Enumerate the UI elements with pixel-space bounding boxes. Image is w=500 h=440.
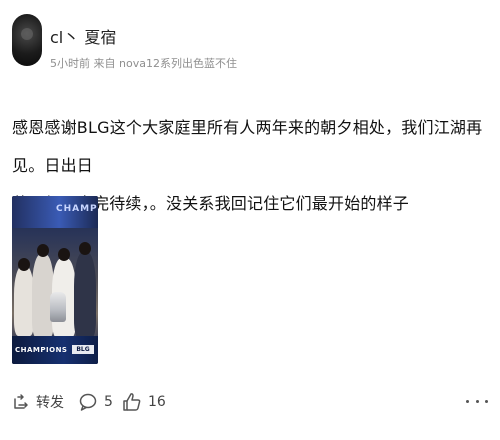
image-banner-text: CHAMPI xyxy=(56,204,98,214)
like-button[interactable]: 16 xyxy=(122,390,166,414)
image-head xyxy=(58,248,70,261)
post-image[interactable]: CHAMPI CHAMPIONS BLG xyxy=(12,196,98,364)
username[interactable]: cl丶 夏宿 xyxy=(50,24,116,48)
image-head xyxy=(18,258,30,271)
more-icon[interactable] xyxy=(466,396,488,406)
like-count: 16 xyxy=(148,394,166,410)
more-dot xyxy=(485,399,488,403)
post-text-line-1: 感恩感谢BLG这个大家庭里所有人两年来的朝夕相处，我们江湖再见。日出日 xyxy=(12,118,483,175)
share-button[interactable]: 转发 xyxy=(12,390,64,414)
image-caption: CHAMPIONS xyxy=(15,346,68,354)
post-header: cl丶 夏宿 5小时前 来自 nova12系列出色蓝不住 xyxy=(12,14,488,74)
share-icon xyxy=(14,394,28,409)
image-person xyxy=(14,266,34,336)
comment-button[interactable]: 5 xyxy=(78,390,113,414)
comment-count: 5 xyxy=(104,394,113,410)
trophy-image xyxy=(50,292,66,322)
share-label: 转发 xyxy=(36,395,64,411)
post-meta: 5小时前 来自 nova12系列出色蓝不住 xyxy=(50,57,237,70)
image-badge: BLG xyxy=(72,345,94,354)
image-head xyxy=(37,244,49,257)
thumbs-up-icon xyxy=(123,393,141,411)
image-person xyxy=(74,252,96,338)
more-dot xyxy=(475,399,479,403)
comment-icon xyxy=(79,393,97,411)
more-dot xyxy=(466,399,469,403)
action-bar: 转发 5 16 xyxy=(12,390,488,414)
avatar[interactable] xyxy=(12,14,42,66)
image-head xyxy=(79,242,91,255)
